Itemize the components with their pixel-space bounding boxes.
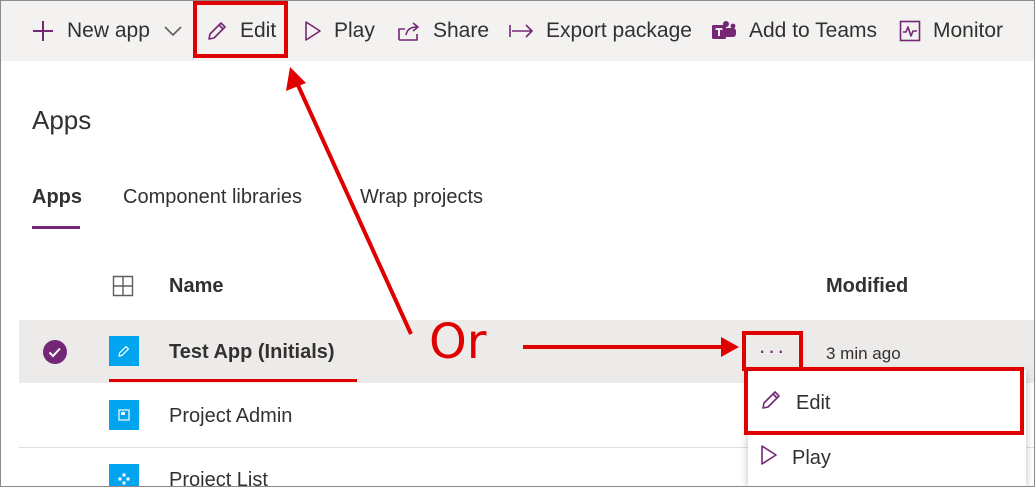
arrow-to-edit-button: [286, 67, 413, 335]
annotation-arrows: [286, 67, 739, 357]
arrow-to-more-button: [523, 337, 739, 357]
app-window: New app Edit Play Share Export package A…: [0, 0, 1035, 487]
